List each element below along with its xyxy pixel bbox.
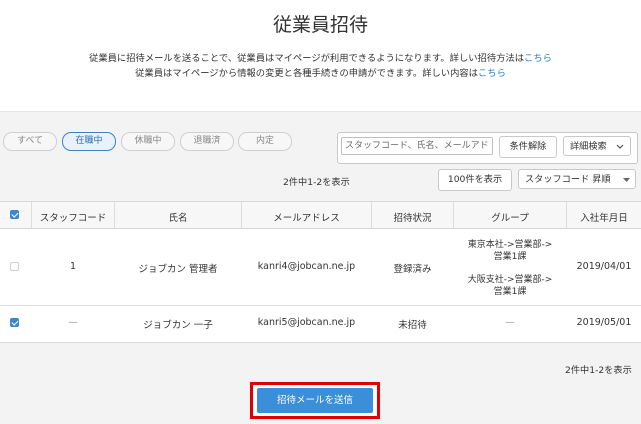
help-link-invite[interactable]: こちら (524, 53, 552, 64)
row-divider (0, 305, 641, 306)
filter-tab-on-leave[interactable]: 休職中 (121, 132, 175, 151)
staff-code-cell: 1 (69, 261, 77, 272)
chevron-down-icon (616, 144, 624, 149)
row-checkbox[interactable] (10, 262, 19, 271)
advanced-search-label: 詳細検索 (570, 141, 607, 152)
select-all-checkbox[interactable] (10, 210, 19, 219)
row-checkbox[interactable] (10, 318, 19, 327)
name-cell: ジョブカン 一子 (143, 320, 213, 331)
dropdown-arrow-icon (623, 178, 630, 182)
table-header-row: スタッフコード 氏名 メールアドレス 招待状況 グループ 入社年月日 (0, 202, 641, 229)
description-text-2: 従業員はマイページから情報の変更と各種手続きの申請ができます。詳しい内容は (135, 68, 478, 79)
filter-tab-employed[interactable]: 在職中 (62, 132, 116, 151)
employee-table: スタッフコード 氏名 メールアドレス 招待状況 グループ 入社年月日 1 ジョブ… (0, 201, 641, 343)
sort-label: スタッフコード 昇順 (525, 174, 611, 185)
page-title: 従業員招待 (272, 14, 368, 36)
description-line-1: 従業員に招待メールを送ることで、従業員はマイページが利用できるようになります。詳… (0, 50, 641, 64)
header-join-date[interactable]: 入社年月日 (567, 210, 641, 224)
sort-select[interactable]: スタッフコード 昇順 (518, 169, 636, 189)
clear-conditions-button[interactable]: 条件解除 (499, 136, 557, 158)
send-invite-button[interactable]: 招待メールを送信 (257, 388, 373, 413)
header-group[interactable]: グループ (454, 210, 566, 224)
name-cell: ジョブカン 管理者 (138, 264, 218, 275)
description-line-2: 従業員はマイページから情報の変更と各種手続きの申請ができます。詳しい内容はこちら (0, 65, 641, 79)
join-date-cell: 2019/05/01 (576, 317, 632, 328)
header-name[interactable]: 氏名 (115, 210, 241, 224)
header-invite-status[interactable]: 招待状況 (372, 210, 453, 224)
filter-tab-offer[interactable]: 内定 (238, 132, 292, 151)
header-staff-code[interactable]: スタッフコード (32, 210, 114, 224)
invite-status-cell: 未招待 (398, 320, 427, 331)
result-count: 2件中1-2を表示 (283, 177, 350, 188)
email-link[interactable]: kanri4@jobcan.ne.jp (242, 261, 371, 272)
help-link-details[interactable]: こちら (478, 68, 506, 79)
staff-code-cell: — (68, 317, 78, 328)
search-input[interactable] (341, 137, 493, 155)
group-line: 営業1課 (493, 252, 527, 262)
page-header: 従業員招待 従業員に招待メールを送ることで、従業員はマイページが利用できるように… (0, 0, 641, 112)
group-line: 営業1課 (493, 287, 527, 297)
per-page-select[interactable]: 100件を表示 (438, 169, 512, 191)
group-cell: — (505, 317, 515, 328)
filter-tab-all[interactable]: すべて (3, 132, 57, 151)
header-email[interactable]: メールアドレス (242, 210, 371, 224)
invite-status-cell: 登録済み (393, 264, 432, 275)
email-link[interactable]: kanri5@jobcan.ne.jp (242, 317, 371, 328)
footer-result-count: 2件中1-2を表示 (565, 365, 632, 376)
description-text-1: 従業員に招待メールを送ることで、従業員はマイページが利用できるようになります。詳… (89, 53, 525, 64)
join-date-cell: 2019/04/01 (576, 261, 632, 272)
advanced-search-button[interactable]: 詳細検索 (563, 136, 631, 156)
filter-tab-retired[interactable]: 退職済 (180, 132, 234, 151)
